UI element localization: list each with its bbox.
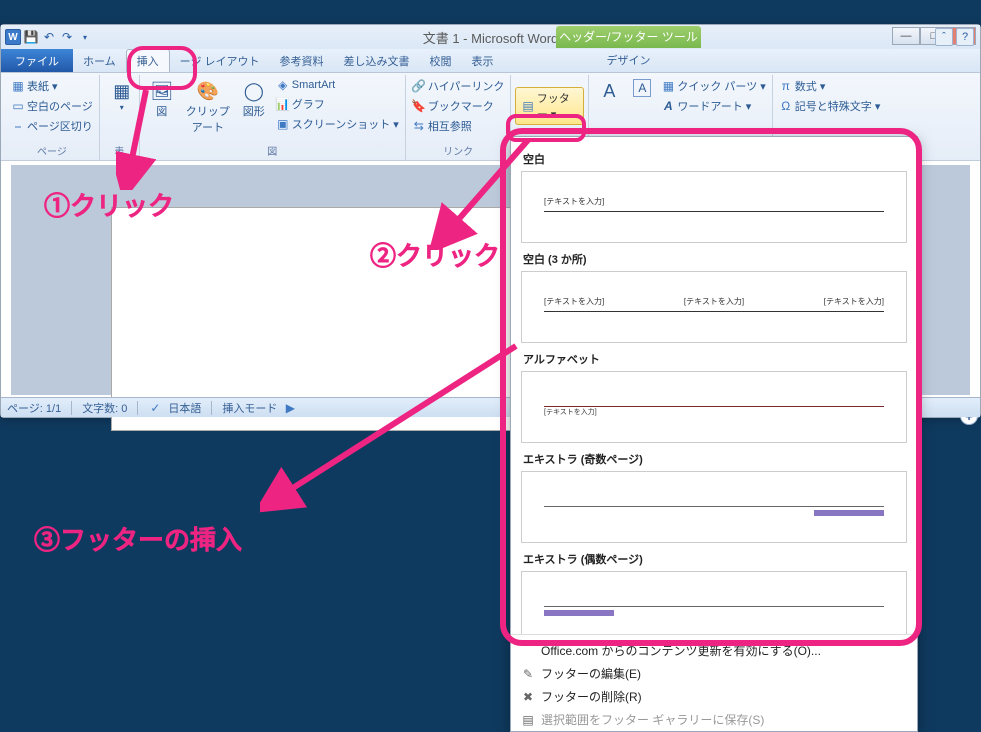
- gallery-item-alphabet[interactable]: [テキストを入力]: [521, 371, 907, 443]
- menu-edit-footer[interactable]: ✎フッターの編集(E): [511, 662, 917, 685]
- blank-page-button[interactable]: ▭空白のページ: [9, 97, 95, 115]
- gallery-item-title: エキストラ (偶数ページ): [523, 551, 907, 567]
- sep: [137, 401, 138, 415]
- blank-icon: [521, 644, 535, 658]
- tab-file[interactable]: ファイル: [1, 49, 73, 72]
- quickparts-icon: ▦: [661, 79, 675, 93]
- page-break-icon: ⎯: [11, 119, 25, 133]
- arrow-step3: [260, 340, 530, 520]
- gallery-list[interactable]: 空白 [テキストを入力] 空白 (3 か所) [テキストを入力][テキストを入力…: [511, 137, 917, 634]
- gallery-item-title: 空白 (3 か所): [523, 251, 907, 267]
- tab-home[interactable]: ホーム: [73, 49, 126, 72]
- help-icon[interactable]: ?: [956, 28, 974, 46]
- footer-icon: ▤: [522, 99, 533, 113]
- menu-remove-footer[interactable]: ✖フッターの削除(R): [511, 685, 917, 708]
- status-page[interactable]: ページ: 1/1: [7, 400, 61, 416]
- textbox-icon: A: [597, 79, 621, 103]
- line: [544, 211, 884, 212]
- tab-review[interactable]: 校閲: [420, 49, 462, 72]
- footer-gallery: 空白 [テキストを入力] 空白 (3 か所) [テキストを入力][テキストを入力…: [510, 136, 918, 732]
- anno-step3: ③フッターの挿入: [34, 520, 242, 557]
- bookmark-button[interactable]: 🔖ブックマーク: [410, 97, 507, 115]
- accent-bar: [814, 510, 884, 516]
- cover-page-button[interactable]: ▦表紙 ▾: [9, 77, 95, 95]
- anno-step1: ①クリック: [44, 186, 174, 223]
- clipart-icon: 🎨: [196, 79, 220, 103]
- chart-icon: 📊: [276, 97, 290, 111]
- hyperlink-icon: 🔗: [412, 79, 426, 93]
- minimize-button[interactable]: —: [892, 27, 920, 45]
- gallery-item-title: アルファベット: [523, 351, 907, 367]
- bookmark-icon: 🔖: [412, 99, 426, 113]
- symbol-button[interactable]: Ω記号と特殊文字 ▾: [777, 97, 883, 115]
- quickparts-button[interactable]: ▦クイック パーツ ▾: [659, 77, 767, 95]
- window-title: 文書 1 - Microsoft Word: [1, 28, 980, 47]
- contextual-tab-title: ヘッダー/フッター ツール: [556, 26, 701, 48]
- cover-page-icon: ▦: [11, 79, 25, 93]
- anno-circle-footer: [506, 114, 586, 142]
- crossref-button[interactable]: ⇆相互参照: [410, 117, 507, 135]
- tab-references[interactable]: 参考資料: [270, 49, 334, 72]
- group-illust-label: 図: [144, 143, 401, 160]
- placeholder-text: [テキストを入力]: [544, 196, 884, 207]
- gallery-item-title: エキストラ (奇数ページ): [523, 451, 907, 467]
- edit-icon: ✎: [521, 667, 535, 681]
- shapes-icon: ◯: [242, 79, 266, 103]
- chart-button[interactable]: 📊グラフ: [274, 95, 401, 113]
- arrow-step1: [116, 90, 156, 190]
- tab-view[interactable]: 表示: [462, 49, 504, 72]
- group-pages-label: ページ: [9, 143, 95, 160]
- menu-office-enable[interactable]: Office.com からのコンテンツ更新を有効にする(O)...: [511, 639, 917, 662]
- wordart-button[interactable]: Aワードアート ▾: [659, 97, 767, 115]
- status-lang[interactable]: 日本語: [168, 400, 201, 416]
- smartart-button[interactable]: ◈SmartArt: [274, 77, 401, 93]
- screenshot-icon: ▣: [276, 117, 290, 131]
- wordart-icon: A: [661, 99, 675, 113]
- gallery-menu: Office.com からのコンテンツ更新を有効にする(O)... ✎フッターの…: [511, 634, 917, 731]
- smartart-icon: ◈: [276, 78, 290, 92]
- gallery-item-extra-even[interactable]: [521, 571, 907, 634]
- ribbon-help-buttons: ˆ ?: [935, 28, 974, 46]
- hyperlink-button[interactable]: 🔗ハイパーリンク: [410, 77, 507, 95]
- tab-design[interactable]: デザイン: [556, 49, 701, 73]
- gallery-item-blank3[interactable]: [テキストを入力][テキストを入力][テキストを入力]: [521, 271, 907, 343]
- tab-mailings[interactable]: 差し込み文書: [334, 49, 420, 72]
- equation-icon: π: [779, 79, 793, 93]
- gallery-item-title: 空白: [523, 151, 907, 167]
- group-pages: ▦表紙 ▾ ▭空白のページ ⎯ページ区切り ページ: [5, 75, 100, 160]
- proofing-icon[interactable]: ✓: [148, 401, 162, 415]
- placeholder-text: [テキストを入力]: [544, 407, 884, 417]
- blank-page-icon: ▭: [11, 99, 25, 113]
- anno-circle-insert: [127, 46, 197, 90]
- save-sel-icon: ▤: [521, 713, 535, 727]
- status-words[interactable]: 文字数: 0: [82, 400, 127, 416]
- anno-step2: ②クリック: [370, 236, 500, 273]
- sep: [71, 401, 72, 415]
- textpart-icon: A: [633, 79, 651, 97]
- page-break-button[interactable]: ⎯ページ区切り: [9, 117, 95, 135]
- gallery-item-blank[interactable]: [テキストを入力]: [521, 171, 907, 243]
- gallery-item-extra-odd[interactable]: [521, 471, 907, 543]
- arrow-step2: [428, 140, 548, 250]
- symbol-icon: Ω: [779, 99, 793, 113]
- shapes-button[interactable]: ◯図形: [236, 77, 272, 143]
- minimize-ribbon-icon[interactable]: ˆ: [935, 28, 953, 46]
- sep: [211, 401, 212, 415]
- line: [544, 311, 884, 312]
- remove-icon: ✖: [521, 690, 535, 704]
- crossref-icon: ⇆: [412, 119, 426, 133]
- equation-button[interactable]: π数式 ▾: [777, 77, 883, 95]
- accent-bar: [544, 610, 614, 616]
- screenshot-button[interactable]: ▣スクリーンショット ▾: [274, 115, 401, 133]
- menu-save-to-gallery[interactable]: ▤選択範囲をフッター ギャラリーに保存(S): [511, 708, 917, 731]
